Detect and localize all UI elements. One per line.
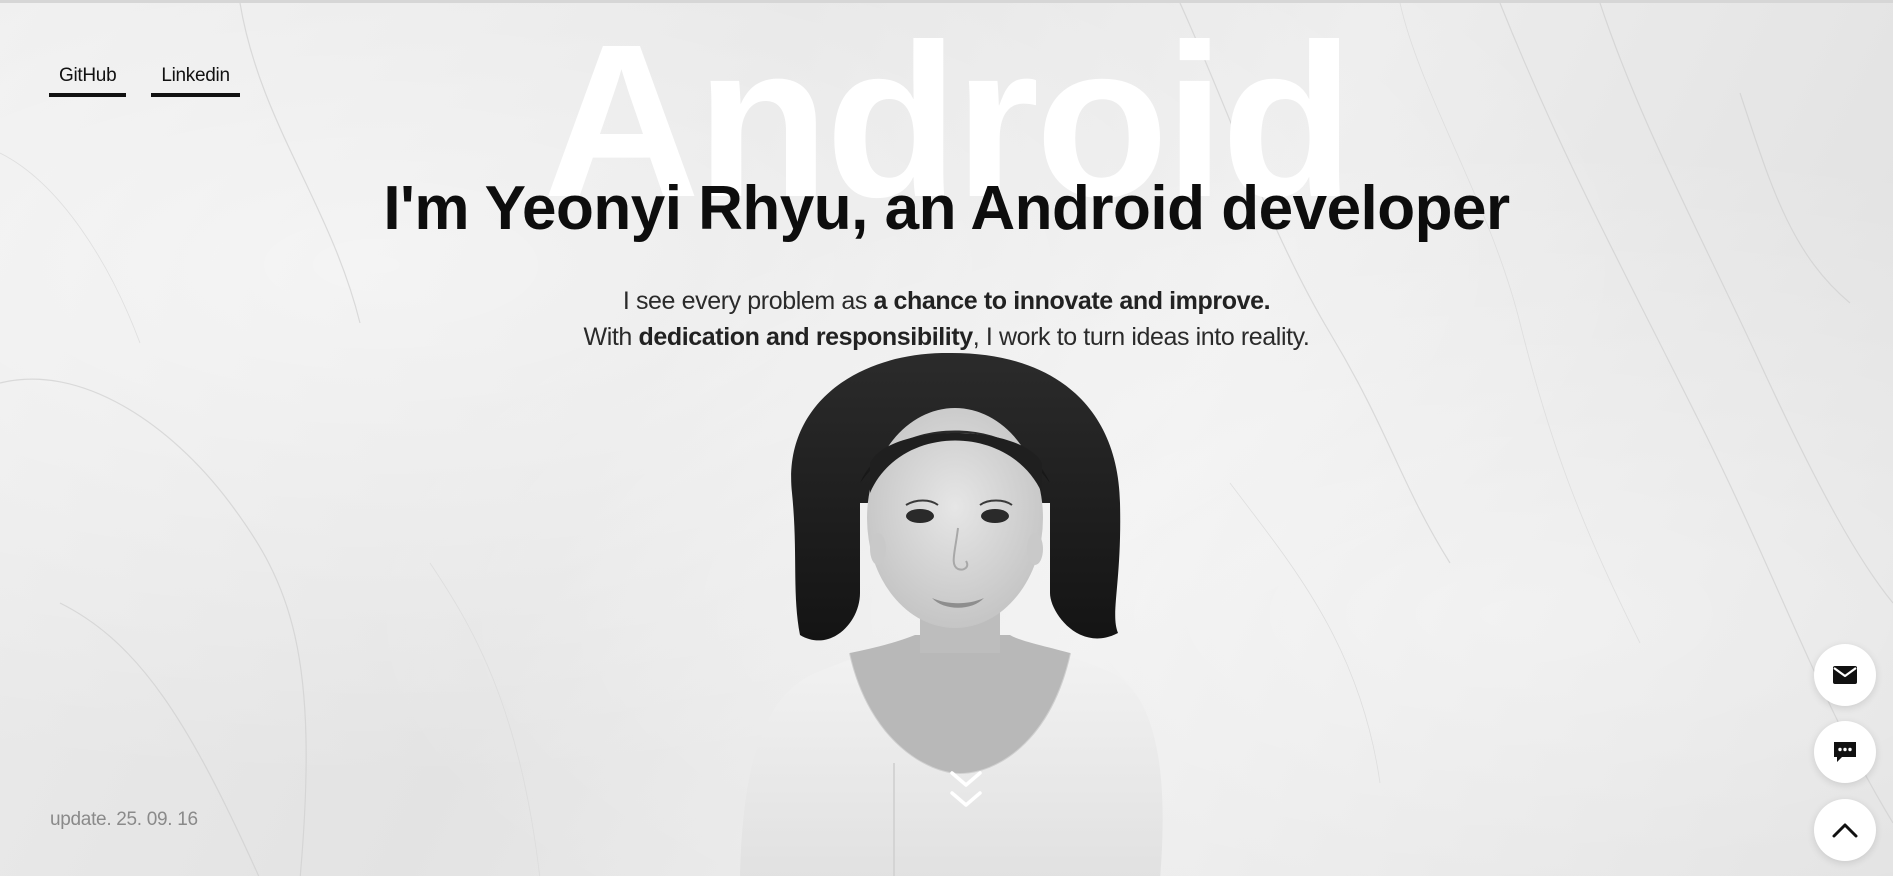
tagline-line-2: With dedication and responsibility, I wo… — [0, 319, 1893, 355]
tagline-line2-bold: dedication and responsibility — [638, 323, 973, 351]
developer-name: Yeonyi Rhyu — [484, 174, 852, 243]
tagline-line-1: I see every problem as a chance to innov… — [0, 283, 1893, 319]
hero-tagline: I see every problem as a chance to innov… — [0, 283, 1893, 355]
tagline-line2-suffix: , I work to turn ideas into reality. — [972, 323, 1310, 351]
tagline-line2-prefix: With — [583, 323, 639, 351]
update-date: update. 25. 09. 16 — [50, 809, 198, 830]
chevron-up-icon — [1832, 823, 1858, 838]
mail-button[interactable] — [1814, 644, 1876, 706]
headline-prefix: I'm — [383, 174, 485, 243]
tagline-line1-bold: a chance to innovate and improve. — [873, 287, 1271, 315]
scroll-down-icon[interactable] — [948, 767, 984, 817]
tagline-line1-prefix: I see every problem as — [622, 287, 874, 315]
scroll-top-button[interactable] — [1814, 799, 1876, 861]
chat-icon — [1834, 742, 1856, 762]
headline-suffix: , an Android developer — [851, 174, 1510, 243]
mail-icon — [1833, 666, 1857, 684]
chat-button[interactable] — [1814, 721, 1876, 783]
hero-page: GitHub Linkedin Android I'm Yeonyi Rhyu,… — [0, 0, 1893, 876]
hero-headline: I'm Yeonyi Rhyu, an Android developer — [0, 174, 1893, 243]
